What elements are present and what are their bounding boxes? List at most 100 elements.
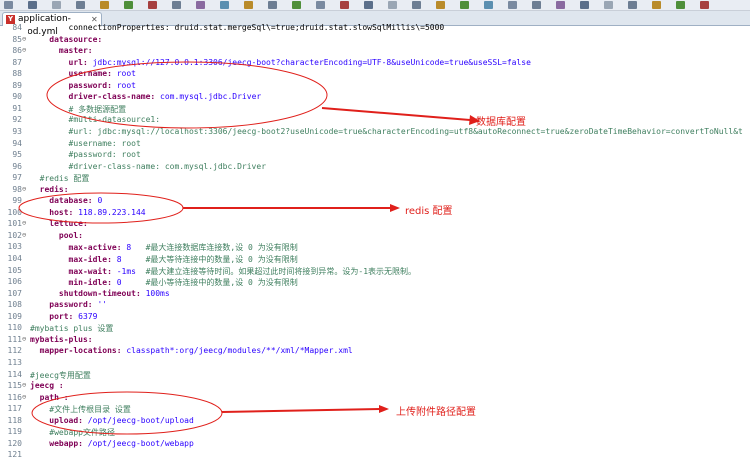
- toolbar-button[interactable]: [196, 1, 205, 9]
- yaml-comment: #最小等待连接中的数量,设 0 为没有限制: [145, 278, 298, 288]
- toolbar-button[interactable]: [484, 1, 493, 9]
- code-line: # 多数据源配置: [30, 104, 127, 115]
- yaml-value: jdbc:mysql://127.0.0.1:3306/jeecg-boot?c…: [87, 57, 531, 67]
- yaml-value: 0: [111, 278, 146, 288]
- line-number: 107: [7, 288, 22, 298]
- toolbar-button[interactable]: [580, 1, 589, 9]
- line-number: 95: [12, 150, 22, 160]
- yaml-key: path :: [30, 392, 69, 402]
- code-line: password: root: [30, 81, 136, 90]
- toolbar-button[interactable]: [52, 1, 61, 9]
- toolbar-button[interactable]: [412, 1, 421, 9]
- line-number: 112: [7, 346, 22, 356]
- code-text: connectionProperties: druid.stat.mergeSq…: [30, 23, 445, 32]
- yaml-key: database:: [30, 196, 93, 206]
- toolbar-button[interactable]: [100, 1, 109, 9]
- fold-toggle-icon[interactable]: ⊖: [22, 393, 26, 401]
- fold-toggle-icon[interactable]: ⊖: [22, 335, 26, 343]
- line-number: 91: [12, 103, 22, 113]
- code-line: username: root: [30, 69, 136, 78]
- toolbar-button[interactable]: [628, 1, 637, 9]
- yaml-key: redis:: [30, 184, 69, 194]
- yaml-comment: #username: root: [30, 138, 141, 148]
- toolbar-button[interactable]: [316, 1, 325, 9]
- toolbar-button[interactable]: [172, 1, 181, 9]
- code-line: database: 0: [30, 196, 102, 205]
- code-line: lettuce:: [30, 219, 88, 228]
- fold-toggle-icon[interactable]: ⊖: [22, 381, 26, 389]
- toolbar-button[interactable]: [652, 1, 661, 9]
- yaml-value: 6379: [73, 311, 98, 321]
- toolbar-button[interactable]: [508, 1, 517, 9]
- annotation-arrowhead-redis: [390, 204, 400, 212]
- line-number: 103: [7, 242, 22, 252]
- fold-toggle-icon[interactable]: ⊖: [22, 231, 26, 239]
- toolbar-button[interactable]: [4, 1, 13, 9]
- yaml-comment: #文件上传根目录 设置: [30, 405, 131, 415]
- line-number: 111: [7, 334, 22, 344]
- toolbar-button[interactable]: [220, 1, 229, 9]
- fold-toggle-icon[interactable]: ⊖: [22, 46, 26, 54]
- annotation-label-db: 数据库配置: [476, 117, 526, 128]
- code-line: url: jdbc:mysql://127.0.0.1:3306/jeecg-b…: [30, 58, 531, 67]
- yaml-comment: #jeecg专用配置: [30, 370, 91, 380]
- code-line: redis:: [30, 185, 69, 194]
- toolbar-button[interactable]: [340, 1, 349, 9]
- toolbar-button[interactable]: [676, 1, 685, 9]
- toolbar-button[interactable]: [700, 1, 709, 9]
- line-number: 85: [12, 34, 22, 44]
- toolbar-button[interactable]: [76, 1, 85, 9]
- fold-toggle-icon[interactable]: ⊖: [22, 219, 26, 227]
- code-line: host: 118.89.223.144: [30, 208, 145, 217]
- yaml-value: classpath*:org/jeecg/modules/**/xml/*Map…: [121, 346, 353, 356]
- line-number: 93: [12, 126, 22, 136]
- line-number: 117: [7, 404, 22, 414]
- toolbar-button[interactable]: [364, 1, 373, 9]
- line-number: 100: [7, 207, 22, 217]
- yaml-comment: #multi-datasource1:: [30, 115, 161, 125]
- line-number: 109: [7, 311, 22, 321]
- toolbar-button[interactable]: [556, 1, 565, 9]
- toolbar-button[interactable]: [388, 1, 397, 9]
- yaml-value: 0: [92, 196, 103, 206]
- yaml-key: password:: [30, 300, 93, 310]
- yaml-key: min-idle:: [30, 278, 112, 288]
- toolbar-button[interactable]: [436, 1, 445, 9]
- toolbar-button[interactable]: [268, 1, 277, 9]
- toolbar-button[interactable]: [460, 1, 469, 9]
- toolbar: [0, 0, 750, 11]
- fold-toggle-icon[interactable]: ⊖: [22, 35, 26, 43]
- code-line: #driver-class-name: com.mysql.jdbc.Drive…: [30, 162, 266, 171]
- line-number: 89: [12, 80, 22, 90]
- toolbar-button[interactable]: [124, 1, 133, 9]
- toolbar-button[interactable]: [292, 1, 301, 9]
- yaml-value: 8: [121, 243, 146, 253]
- yaml-comment: #最大连接数据库连接数,设 0 为没有限制: [145, 243, 298, 253]
- yaml-comment: #driver-class-name: com.mysql.jdbc.Drive…: [30, 161, 267, 171]
- code-line: #password: root: [30, 150, 141, 159]
- code-line: shutdown-timeout: 100ms: [30, 289, 170, 298]
- toolbar-button[interactable]: [532, 1, 541, 9]
- yaml-value: /opt/jeecg-boot/webapp: [82, 438, 194, 448]
- toolbar-button[interactable]: [244, 1, 253, 9]
- annotation-arrowhead-upload: [379, 405, 389, 413]
- line-number: 114: [7, 369, 22, 379]
- yaml-comment: #password: root: [30, 150, 141, 160]
- toolbar-button[interactable]: [28, 1, 37, 9]
- yaml-comment: #redis 配置: [30, 174, 90, 184]
- fold-toggle-icon[interactable]: ⊖: [22, 185, 26, 193]
- line-number: 86: [12, 46, 22, 56]
- yaml-comment: #mybatis plus 设置: [30, 324, 114, 334]
- yaml-key: datasource:: [30, 34, 103, 44]
- toolbar-button[interactable]: [604, 1, 613, 9]
- yaml-key: max-idle:: [30, 255, 112, 264]
- line-number: 84: [12, 23, 22, 32]
- toolbar-button[interactable]: [148, 1, 157, 9]
- yaml-value: '': [92, 300, 108, 310]
- code-line: path :: [30, 393, 69, 402]
- line-number: 94: [12, 138, 22, 148]
- code-editor[interactable]: 84 85 ⊖ 86 ⊖ 87 88 89 90 91 92 93 94 95 96 97 98 ⊖ 99 100 10…: [0, 23, 750, 459]
- yaml-key: mybatis-plus:: [30, 334, 93, 344]
- code-line: max-active: 8 #最大连接数据库连接数,设 0 为没有限制: [30, 242, 298, 253]
- code-line: jeecg :: [30, 381, 64, 390]
